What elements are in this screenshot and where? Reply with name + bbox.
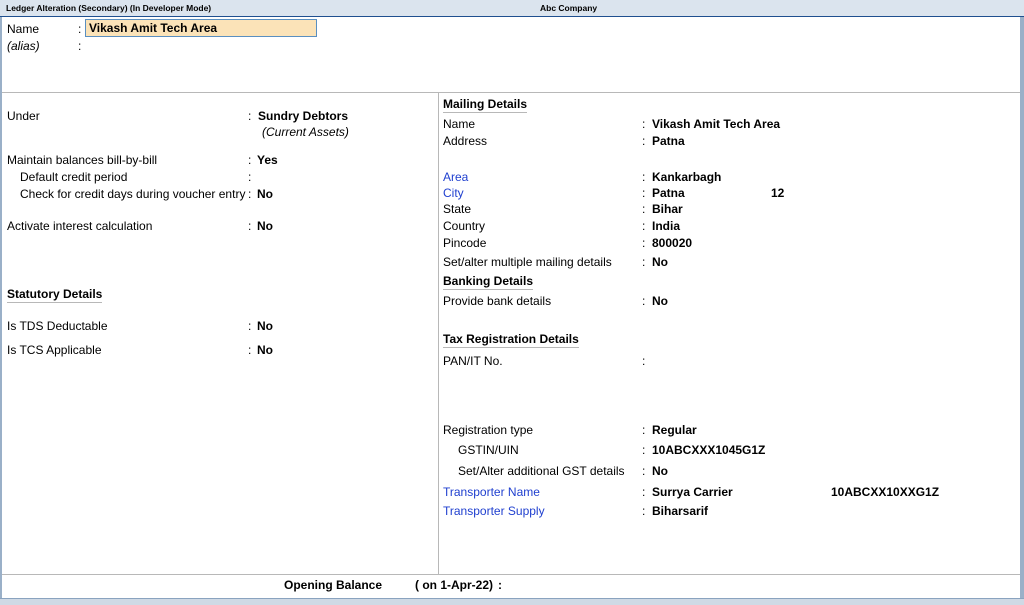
bottom-strip	[0, 598, 1024, 605]
banking-title: Banking Details	[443, 274, 534, 290]
opening-balance-colon[interactable]: :	[498, 578, 502, 592]
header-divider	[2, 92, 1020, 93]
bank-details-colon: :	[642, 294, 646, 308]
company-name: Abc Company	[540, 3, 598, 13]
area-value[interactable]: Kankarbagh	[652, 170, 721, 184]
bank-details-label: Provide bank details	[443, 294, 552, 308]
left-frame	[0, 17, 2, 605]
tcs-colon: :	[248, 343, 252, 357]
registration-type-value[interactable]: Regular	[652, 423, 697, 437]
under-colon: :	[248, 109, 252, 123]
name-colon: :	[78, 22, 82, 36]
additional-gst-value[interactable]: No	[652, 464, 668, 478]
pincode-label: Pincode	[443, 236, 487, 250]
interest-value[interactable]: No	[257, 219, 273, 233]
city-value[interactable]: Patna	[652, 186, 685, 200]
city-extra-value: 12	[771, 186, 785, 200]
gstin-colon: :	[642, 443, 646, 457]
address-colon: :	[642, 134, 646, 148]
transporter-name-label: Transporter Name	[443, 485, 540, 499]
window-title: Ledger Alteration (Secondary) (In Develo…	[6, 3, 212, 13]
transporter-name-value[interactable]: Surrya Carrier	[652, 485, 733, 499]
state-value[interactable]: Bihar	[652, 202, 683, 216]
alias-label: (alias)	[7, 39, 40, 53]
mailing-title: Mailing Details	[443, 97, 528, 113]
alias-colon[interactable]: :	[78, 39, 81, 53]
opening-balance-label: Opening Balance	[284, 578, 383, 592]
gstin-value[interactable]: 10ABCXXX1045G1Z	[652, 443, 765, 457]
transporter-supply-value[interactable]: Biharsarif	[652, 504, 708, 518]
pan-colon[interactable]: :	[642, 354, 645, 368]
interest-colon: :	[248, 219, 252, 233]
registration-type-colon: :	[642, 423, 646, 437]
transporter-gstin-value: 10ABCXX10XXG1Z	[831, 485, 940, 499]
additional-gst-colon: :	[642, 464, 646, 478]
credit-period-label: Default credit period	[20, 170, 128, 184]
credit-days-value[interactable]: No	[257, 187, 273, 201]
credit-days-label: Check for credit days during voucher ent…	[20, 187, 246, 201]
opening-balance-date: ( on 1-Apr-22)	[415, 578, 493, 592]
registration-type-label: Registration type	[443, 423, 534, 437]
credit-days-colon: :	[248, 187, 252, 201]
gstin-label: GSTIN/UIN	[458, 443, 519, 457]
column-divider	[438, 92, 439, 574]
interest-label: Activate interest calculation	[7, 219, 153, 233]
bill-by-bill-colon: :	[248, 153, 252, 167]
city-label: City	[443, 186, 464, 200]
pincode-colon: :	[642, 236, 646, 250]
multiple-mailing-label: Set/alter multiple mailing details	[443, 255, 612, 269]
additional-gst-label: Set/Alter additional GST details	[458, 464, 625, 478]
footer-divider	[2, 574, 1020, 575]
transporter-name-colon: :	[642, 485, 646, 499]
right-frame	[1020, 17, 1024, 605]
country-value[interactable]: India	[652, 219, 680, 233]
bill-by-bill-value[interactable]: Yes	[257, 153, 278, 167]
under-value[interactable]: Sundry Debtors	[258, 109, 348, 123]
under-label: Under	[7, 109, 40, 123]
bill-by-bill-label: Maintain balances bill-by-bill	[7, 153, 158, 167]
mailing-name-value[interactable]: Vikash Amit Tech Area	[652, 117, 780, 131]
country-colon: :	[642, 219, 646, 233]
credit-period-colon[interactable]: :	[248, 170, 251, 184]
mailing-name-label: Name	[443, 117, 476, 131]
area-label: Area	[443, 170, 469, 184]
pan-label: PAN/IT No.	[443, 354, 503, 368]
address-label: Address	[443, 134, 488, 148]
under-group: (Current Assets)	[262, 125, 349, 139]
statutory-title: Statutory Details	[7, 287, 103, 303]
multiple-mailing-value[interactable]: No	[652, 255, 668, 269]
tax-title: Tax Registration Details	[443, 332, 579, 348]
country-label: Country	[443, 219, 486, 233]
address-value[interactable]: Patna	[652, 134, 685, 148]
city-colon: :	[642, 186, 646, 200]
state-label: State	[443, 202, 472, 216]
transporter-supply-colon: :	[642, 504, 646, 518]
pincode-value[interactable]: 800020	[652, 236, 692, 250]
area-colon: :	[642, 170, 646, 184]
bank-details-value[interactable]: No	[652, 294, 668, 308]
tcs-label: Is TCS Applicable	[7, 343, 102, 357]
tds-label: Is TDS Deductable	[7, 319, 108, 333]
tcs-value[interactable]: No	[257, 343, 273, 357]
title-bar: Ledger Alteration (Secondary) (In Develo…	[0, 0, 1024, 17]
tds-value[interactable]: No	[257, 319, 273, 333]
transporter-supply-label: Transporter Supply	[443, 504, 545, 518]
tds-colon: :	[248, 319, 252, 333]
name-label: Name	[7, 22, 40, 36]
state-colon: :	[642, 202, 646, 216]
ledger-name-input[interactable]: Vikash Amit Tech Area	[85, 19, 317, 37]
mailing-name-colon: :	[642, 117, 646, 131]
multiple-mailing-colon: :	[642, 255, 646, 269]
